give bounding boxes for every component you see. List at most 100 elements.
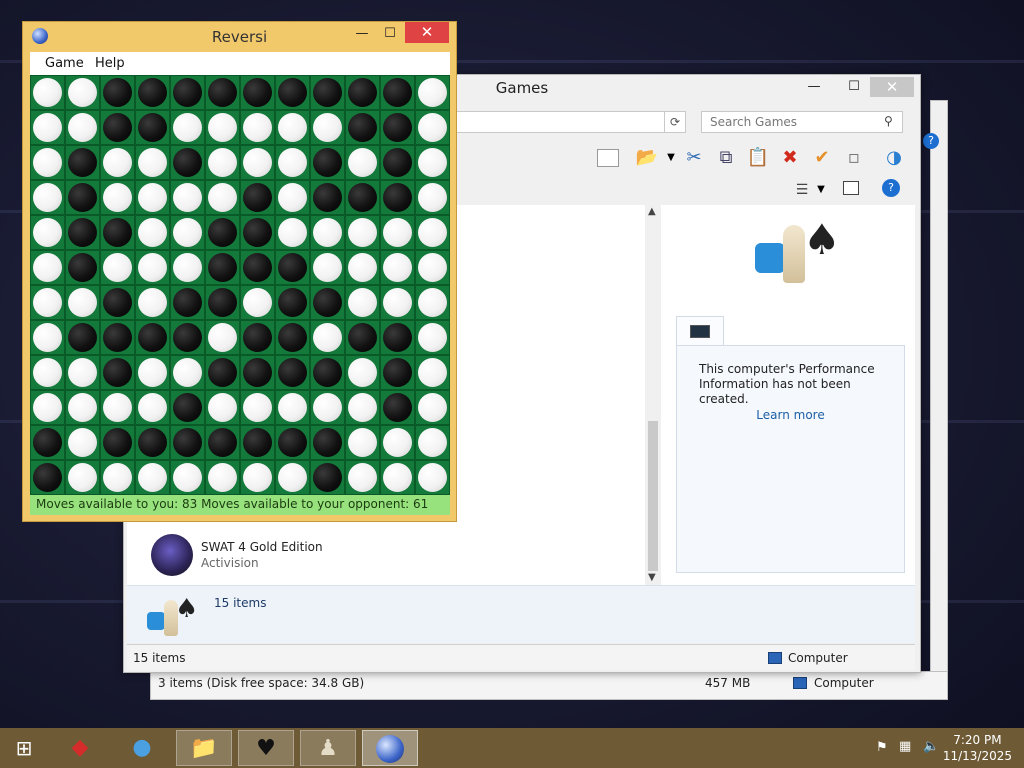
board-cell[interactable] bbox=[240, 355, 275, 390]
board-cell[interactable] bbox=[65, 250, 100, 285]
board-cell[interactable] bbox=[275, 320, 310, 355]
board-cell[interactable] bbox=[240, 460, 275, 495]
list-item[interactable]: SWAT 4 Gold Edition Activision bbox=[151, 534, 451, 578]
board-cell[interactable] bbox=[135, 390, 170, 425]
board-cell[interactable] bbox=[170, 215, 205, 250]
board-cell[interactable] bbox=[135, 75, 170, 110]
board-cell[interactable] bbox=[240, 390, 275, 425]
taskbar-reversi-icon[interactable] bbox=[362, 730, 418, 766]
pane-icon[interactable] bbox=[843, 181, 859, 195]
board-cell[interactable] bbox=[275, 425, 310, 460]
preview-pane-icon[interactable] bbox=[597, 149, 619, 167]
board-cell[interactable] bbox=[135, 355, 170, 390]
board-cell[interactable] bbox=[310, 285, 345, 320]
board-cell[interactable] bbox=[170, 460, 205, 495]
board-cell[interactable] bbox=[380, 390, 415, 425]
board-cell[interactable] bbox=[135, 425, 170, 460]
board-cell[interactable] bbox=[275, 355, 310, 390]
board-cell[interactable] bbox=[205, 215, 240, 250]
board-cell[interactable] bbox=[240, 180, 275, 215]
board-cell[interactable] bbox=[65, 355, 100, 390]
board-cell[interactable] bbox=[415, 145, 450, 180]
board-cell[interactable] bbox=[65, 390, 100, 425]
board-cell[interactable] bbox=[345, 355, 380, 390]
board-cell[interactable] bbox=[205, 460, 240, 495]
shell-icon[interactable]: ◑ bbox=[881, 145, 907, 171]
board-cell[interactable] bbox=[205, 285, 240, 320]
board-cell[interactable] bbox=[380, 110, 415, 145]
board-cell[interactable] bbox=[310, 180, 345, 215]
board-cell[interactable] bbox=[205, 320, 240, 355]
board-cell[interactable] bbox=[65, 75, 100, 110]
board-cell[interactable] bbox=[275, 75, 310, 110]
board-cell[interactable] bbox=[135, 285, 170, 320]
board-cell[interactable] bbox=[205, 250, 240, 285]
board-cell[interactable] bbox=[65, 460, 100, 495]
taskbar-browser-icon[interactable]: ● bbox=[114, 730, 170, 766]
board-cell[interactable] bbox=[380, 250, 415, 285]
board-cell[interactable] bbox=[170, 425, 205, 460]
board-cell[interactable] bbox=[415, 320, 450, 355]
taskbar-games-icon[interactable]: ♟ bbox=[300, 730, 356, 766]
board-cell[interactable] bbox=[170, 250, 205, 285]
board-cell[interactable] bbox=[170, 355, 205, 390]
board-cell[interactable] bbox=[205, 145, 240, 180]
board-cell[interactable] bbox=[135, 320, 170, 355]
board-cell[interactable] bbox=[275, 180, 310, 215]
board-cell[interactable] bbox=[380, 215, 415, 250]
board-cell[interactable] bbox=[345, 425, 380, 460]
clock[interactable]: 7:20 PM 11/13/2025 bbox=[943, 732, 1012, 764]
board-cell[interactable] bbox=[100, 285, 135, 320]
board-cell[interactable] bbox=[170, 110, 205, 145]
board-cell[interactable] bbox=[205, 355, 240, 390]
flag-icon[interactable]: ⚑ bbox=[876, 740, 888, 755]
board-cell[interactable] bbox=[30, 250, 65, 285]
board-cell[interactable] bbox=[310, 320, 345, 355]
board-cell[interactable] bbox=[310, 215, 345, 250]
board-cell[interactable] bbox=[100, 320, 135, 355]
board-cell[interactable] bbox=[240, 110, 275, 145]
back-window-edge[interactable]: ? bbox=[923, 100, 948, 700]
board-cell[interactable] bbox=[345, 250, 380, 285]
board-cell[interactable] bbox=[65, 215, 100, 250]
board-cell[interactable] bbox=[30, 425, 65, 460]
board-cell[interactable] bbox=[65, 110, 100, 145]
board-cell[interactable] bbox=[275, 215, 310, 250]
board-cell[interactable] bbox=[30, 285, 65, 320]
board-cell[interactable] bbox=[415, 180, 450, 215]
board-cell[interactable] bbox=[30, 460, 65, 495]
taskbar-explorer-icon[interactable]: 📁 bbox=[176, 730, 232, 766]
minimize-button[interactable]: — bbox=[348, 24, 376, 44]
taskbar-app-red[interactable]: ◆ bbox=[52, 730, 108, 766]
board-cell[interactable] bbox=[415, 75, 450, 110]
board-cell[interactable] bbox=[30, 145, 65, 180]
board-cell[interactable] bbox=[310, 110, 345, 145]
board-cell[interactable] bbox=[205, 180, 240, 215]
maximize-button[interactable]: ☐ bbox=[840, 77, 868, 97]
learn-more-link[interactable]: Learn more bbox=[677, 408, 904, 422]
menu-game[interactable]: Game bbox=[45, 56, 84, 71]
board-cell[interactable] bbox=[415, 285, 450, 320]
scrollbar-thumb[interactable] bbox=[648, 421, 658, 571]
menu-help[interactable]: Help bbox=[95, 56, 125, 71]
board-cell[interactable] bbox=[240, 285, 275, 320]
network-icon[interactable]: ▦ bbox=[899, 739, 911, 754]
board-cell[interactable] bbox=[415, 355, 450, 390]
volume-icon[interactable]: 🔈 bbox=[923, 739, 939, 754]
board-cell[interactable] bbox=[170, 390, 205, 425]
board-cell[interactable] bbox=[310, 145, 345, 180]
board-cell[interactable] bbox=[310, 425, 345, 460]
board-cell[interactable] bbox=[415, 390, 450, 425]
board-cell[interactable] bbox=[345, 285, 380, 320]
maximize-button[interactable]: ☐ bbox=[376, 24, 404, 44]
board-cell[interactable] bbox=[135, 145, 170, 180]
board-cell[interactable] bbox=[100, 75, 135, 110]
board-cell[interactable] bbox=[100, 110, 135, 145]
chevron-down-icon[interactable]: ▼ bbox=[648, 572, 656, 583]
board-cell[interactable] bbox=[275, 110, 310, 145]
board-cell[interactable] bbox=[415, 250, 450, 285]
board-cell[interactable] bbox=[240, 250, 275, 285]
board-cell[interactable] bbox=[170, 75, 205, 110]
board-cell[interactable] bbox=[30, 390, 65, 425]
rename-icon[interactable]: ▫ bbox=[841, 145, 867, 171]
